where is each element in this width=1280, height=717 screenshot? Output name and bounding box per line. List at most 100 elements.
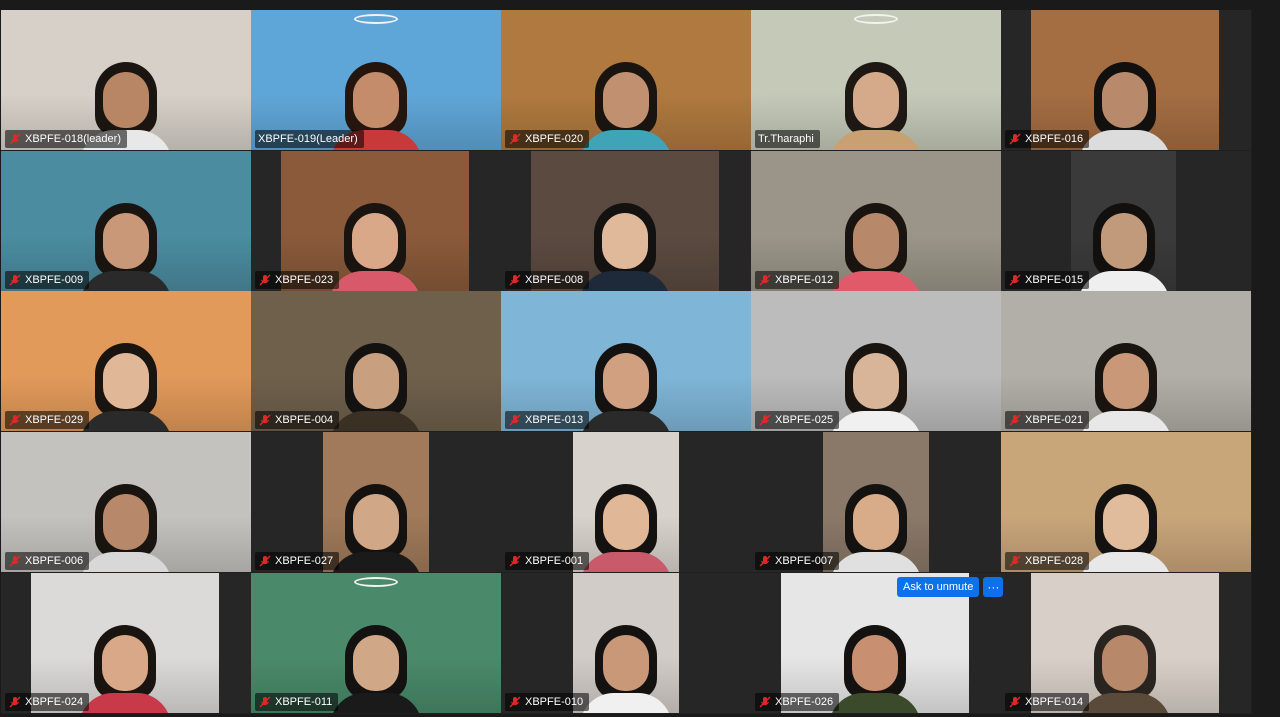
- participant-name: Tr.Tharaphi: [758, 133, 814, 145]
- participant-name-tag: Tr.Tharaphi: [755, 130, 820, 148]
- participant-figure: [80, 195, 172, 291]
- muted-mic-icon: [759, 274, 771, 286]
- participant-name: XBPFE-013: [525, 414, 584, 426]
- more-options-button[interactable]: ···: [983, 577, 1004, 597]
- participant-name-tag: XBPFE-018(leader): [5, 130, 127, 148]
- participant-video: [1, 10, 251, 150]
- participant-tile[interactable]: XBPFE-010: [501, 573, 751, 713]
- participant-tile[interactable]: XBPFE-004: [251, 291, 501, 431]
- ellipsis-icon: ···: [987, 580, 1000, 594]
- participant-tile[interactable]: Tr.Tharaphi: [751, 10, 1001, 150]
- participant-video: [1001, 432, 1251, 572]
- participant-tile[interactable]: XBPFE-029: [1, 291, 251, 431]
- muted-mic-icon: [1009, 274, 1021, 286]
- muted-mic-icon: [259, 414, 271, 426]
- participant-figure: [830, 335, 922, 431]
- participant-video: [1, 291, 251, 431]
- participant-tile[interactable]: XBPFE-024: [1, 573, 251, 713]
- participant-video: [281, 151, 469, 291]
- participant-name-tag: XBPFE-020: [505, 130, 590, 148]
- participant-figure: [829, 617, 921, 713]
- participant-video: [251, 10, 501, 150]
- participant-tile[interactable]: XBPFE-014: [1001, 573, 1251, 713]
- participant-tile[interactable]: XBPFE-018(leader): [1, 10, 251, 150]
- participant-video: [751, 151, 1001, 291]
- participant-video: [531, 151, 719, 291]
- participant-tile[interactable]: XBPFE-009: [1, 151, 251, 291]
- participant-tile[interactable]: XBPFE-021: [1001, 291, 1251, 431]
- muted-mic-icon: [759, 696, 771, 708]
- participant-name: XBPFE-021: [1025, 414, 1084, 426]
- participant-name-tag: XBPFE-029: [5, 411, 90, 429]
- participant-figure: [580, 476, 672, 572]
- participant-name: XBPFE-007: [775, 555, 834, 567]
- participant-name: XBPFE-014: [1025, 696, 1084, 708]
- muted-mic-icon: [509, 414, 521, 426]
- participant-tile[interactable]: XBPFE-027: [251, 432, 501, 572]
- muted-mic-icon: [1009, 696, 1021, 708]
- participant-video: [1, 151, 251, 291]
- muted-mic-icon: [509, 696, 521, 708]
- participant-tile[interactable]: XBPFE-025: [751, 291, 1001, 431]
- muted-mic-icon: [1009, 414, 1021, 426]
- participant-name: XBPFE-023: [275, 274, 334, 286]
- participant-figure: [580, 54, 672, 150]
- participant-name: XBPFE-012: [775, 274, 834, 286]
- participant-name-tag: XBPFE-011: [255, 693, 339, 711]
- participant-name: XBPFE-027: [275, 555, 334, 567]
- participant-name: XBPFE-001: [525, 555, 584, 567]
- participant-name: XBPFE-004: [275, 414, 334, 426]
- participant-video: [573, 432, 679, 572]
- participant-tile[interactable]: XBPFE-008: [501, 151, 751, 291]
- muted-mic-icon: [259, 555, 271, 567]
- participant-name: XBPFE-028: [1025, 555, 1084, 567]
- participant-tile[interactable]: XBPFE-011: [251, 573, 501, 713]
- muted-mic-icon: [1009, 555, 1021, 567]
- participant-name-tag: XBPFE-021: [1005, 411, 1090, 429]
- participant-tile[interactable]: XBPFE-023: [251, 151, 501, 291]
- participant-tile[interactable]: XBPFE-006: [1, 432, 251, 572]
- muted-mic-icon: [1009, 133, 1021, 145]
- participant-name: XBPFE-018(leader): [25, 133, 121, 145]
- halo-effect-icon: [354, 577, 398, 587]
- participant-tile[interactable]: XBPFE-020: [501, 10, 751, 150]
- halo-effect-icon: [854, 14, 898, 24]
- participant-tile[interactable]: XBPFE-016: [1001, 10, 1251, 150]
- participant-name: XBPFE-019(Leader): [258, 133, 358, 145]
- muted-mic-icon: [509, 555, 521, 567]
- muted-mic-icon: [9, 696, 21, 708]
- participant-tile[interactable]: XBPFE-019(Leader): [251, 10, 501, 150]
- participant-name-tag: XBPFE-008: [505, 271, 590, 289]
- ask-to-unmute-button[interactable]: Ask to unmute: [897, 577, 980, 597]
- participant-name-tag: XBPFE-007: [755, 552, 840, 570]
- participant-tile[interactable]: XBPFE-001: [501, 432, 751, 572]
- participant-tile[interactable]: XBPFE-013: [501, 291, 751, 431]
- participant-video: [751, 291, 1001, 431]
- participant-figure: [80, 476, 172, 572]
- muted-mic-icon: [509, 274, 521, 286]
- participant-name: XBPFE-011: [275, 696, 333, 708]
- participant-figure: [1080, 335, 1172, 431]
- participant-tile[interactable]: XBPFE-012: [751, 151, 1001, 291]
- participant-tile[interactable]: XBPFE-015: [1001, 151, 1251, 291]
- participant-figure: [830, 476, 922, 572]
- participant-figure: [330, 617, 422, 713]
- participant-figure: [79, 617, 171, 713]
- participant-name-tag: XBPFE-024: [5, 693, 90, 711]
- participant-figure: [330, 476, 422, 572]
- participant-figure: [580, 335, 672, 431]
- participant-figure: [579, 195, 671, 291]
- participant-video: [1031, 10, 1219, 150]
- participant-video: [1001, 291, 1251, 431]
- participant-name: XBPFE-026: [775, 696, 834, 708]
- participant-figure: [830, 54, 922, 150]
- participant-tile[interactable]: XBPFE-007: [751, 432, 1001, 572]
- participant-name-tag: XBPFE-015: [1005, 271, 1090, 289]
- participant-tile[interactable]: XBPFE-028: [1001, 432, 1251, 572]
- muted-mic-icon: [9, 555, 21, 567]
- participant-video: [31, 573, 219, 713]
- participant-name: XBPFE-009: [25, 274, 84, 286]
- participant-figure: [1077, 195, 1170, 291]
- participant-name-tag: XBPFE-012: [755, 271, 840, 289]
- participant-name-tag: XBPFE-009: [5, 271, 90, 289]
